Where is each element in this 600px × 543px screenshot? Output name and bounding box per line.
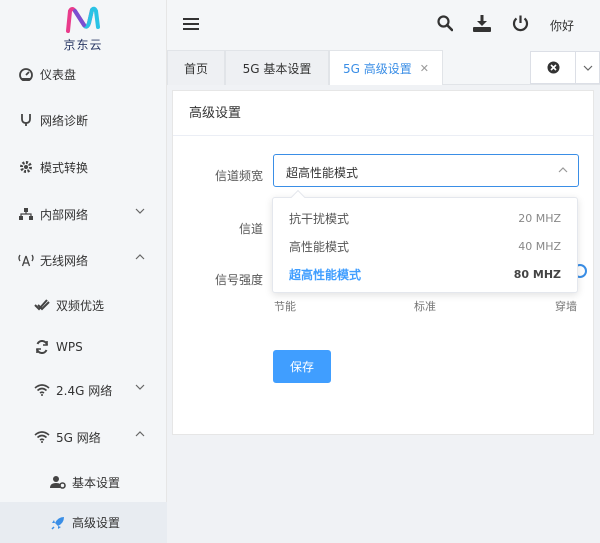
bandwidth-select[interactable]: 超高性能模式: [273, 154, 579, 187]
user-greeting[interactable]: 你好: [550, 17, 574, 34]
channel-label: 信道: [238, 222, 263, 236]
tab-label: 首页: [183, 61, 208, 76]
tab-label: 5G 高级设置: [343, 61, 412, 76]
sidebar-item-label: 5G 网络: [56, 430, 101, 445]
brand-name: 京东云: [63, 38, 103, 52]
chevron-up-icon: [135, 431, 145, 437]
sidebar-item-label: 基本设置: [72, 475, 121, 490]
option-label: 高性能模式: [289, 239, 350, 254]
chevron-up-icon: [135, 254, 145, 260]
sidebar-item-label: 无线网络: [40, 253, 89, 268]
antenna-icon: [18, 252, 34, 268]
chevron-down-icon[interactable]: [576, 52, 599, 83]
chevron-down-icon: [135, 208, 145, 214]
sidebar-item-dual-band[interactable]: 双频优选: [0, 283, 167, 327]
option-label: 抗干扰模式: [289, 211, 350, 226]
sync-icon: [34, 339, 50, 355]
menu-icon[interactable]: [183, 17, 199, 34]
option-value: 20 MHZ: [518, 211, 561, 225]
logo: 京东云: [0, 0, 166, 58]
network-icon: [18, 206, 34, 222]
close-icon[interactable]: ✕: [420, 62, 429, 75]
bandwidth-selected-value: 超高性能模式: [286, 166, 359, 180]
chevron-up-icon: [558, 167, 568, 173]
tab-home[interactable]: 首页: [167, 50, 225, 85]
stethoscope-icon: [18, 112, 34, 128]
chevron-down-icon: [135, 384, 145, 390]
dashboard-icon: [18, 66, 34, 82]
sidebar-item-wps[interactable]: WPS: [0, 325, 167, 369]
sidebar-item-label: 仪表盘: [40, 67, 77, 82]
power-icon[interactable]: [512, 15, 529, 35]
top-header: 你好: [167, 0, 600, 50]
card-title: 高级设置: [173, 91, 593, 136]
sidebar-item-mode-switch[interactable]: 模式转换: [0, 145, 167, 189]
sidebar-item-diagnosis[interactable]: 网络诊断: [0, 98, 167, 142]
sidebar-item-advanced-settings[interactable]: 高级设置: [0, 502, 167, 543]
tab-tools: [530, 51, 600, 84]
sidebar-item-label: 高级设置: [72, 516, 121, 530]
wifi-icon: [34, 382, 50, 398]
sidebar-item-label: WPS: [56, 340, 83, 354]
option-value: 80 MHZ: [513, 267, 561, 281]
wifi-icon: [34, 429, 50, 445]
sidebar-item-24g[interactable]: 2.4G 网络: [0, 368, 167, 412]
option-value: 40 MHZ: [518, 239, 561, 253]
sidebar-item-label: 网络诊断: [40, 113, 89, 128]
signal-level-high: 穿墙: [555, 300, 577, 313]
search-icon[interactable]: [437, 15, 454, 35]
download-icon[interactable]: [473, 15, 491, 35]
sidebar-item-basic-settings[interactable]: 基本设置: [0, 460, 167, 504]
dropdown-option[interactable]: 抗干扰模式 20 MHZ: [273, 204, 577, 232]
dropdown-option-selected[interactable]: 超高性能模式 80 MHZ: [273, 260, 577, 288]
sidebar-item-label: 双频优选: [56, 298, 105, 313]
save-button[interactable]: 保存: [273, 350, 331, 383]
double-check-icon: [34, 297, 50, 313]
sidebar-item-label: 内部网络: [40, 207, 89, 222]
option-label: 超高性能模式: [289, 267, 362, 282]
signal-level-standard: 标准: [414, 300, 436, 313]
signal-level-low: 节能: [274, 300, 296, 313]
sidebar-item-dashboard[interactable]: 仪表盘: [0, 52, 167, 96]
sidebar-item-wireless[interactable]: 无线网络: [0, 238, 167, 282]
rocket-icon: [50, 515, 66, 531]
dropdown-option[interactable]: 高性能模式 40 MHZ: [273, 232, 577, 260]
tab-label: 5G 基本设置: [242, 61, 312, 76]
tab-5g-basic[interactable]: 5G 基本设置: [225, 50, 329, 85]
sidebar-item-label: 模式转换: [40, 160, 89, 175]
user-gear-icon: [50, 474, 66, 490]
sidebar: 京东云 仪表盘 网络诊断 模式转换 内部网络 无线网络 双频优选 WPS 2.4…: [0, 0, 167, 543]
signal-strength-label: 信号强度: [214, 273, 263, 287]
tab-bar: 首页 5G 基本设置 5G 高级设置 ✕: [167, 50, 600, 85]
bandwidth-dropdown: 抗干扰模式 20 MHZ 高性能模式 40 MHZ 超高性能模式 80 MHZ: [272, 189, 578, 293]
sidebar-item-internal-network[interactable]: 内部网络: [0, 192, 167, 236]
tab-5g-advanced[interactable]: 5G 高级设置 ✕: [329, 50, 443, 85]
brand-logo-icon: [66, 6, 100, 33]
cog-icon: [18, 159, 34, 175]
close-all-tabs-icon[interactable]: [531, 52, 576, 83]
main-content: 高级设置 信道频宽 超高性能模式 信道 信号强度 节能 标准 穿墙 保存: [167, 85, 600, 543]
sidebar-item-label: 2.4G 网络: [56, 383, 113, 398]
sidebar-item-5g[interactable]: 5G 网络: [0, 415, 167, 459]
bandwidth-label: 信道频宽: [214, 169, 263, 183]
